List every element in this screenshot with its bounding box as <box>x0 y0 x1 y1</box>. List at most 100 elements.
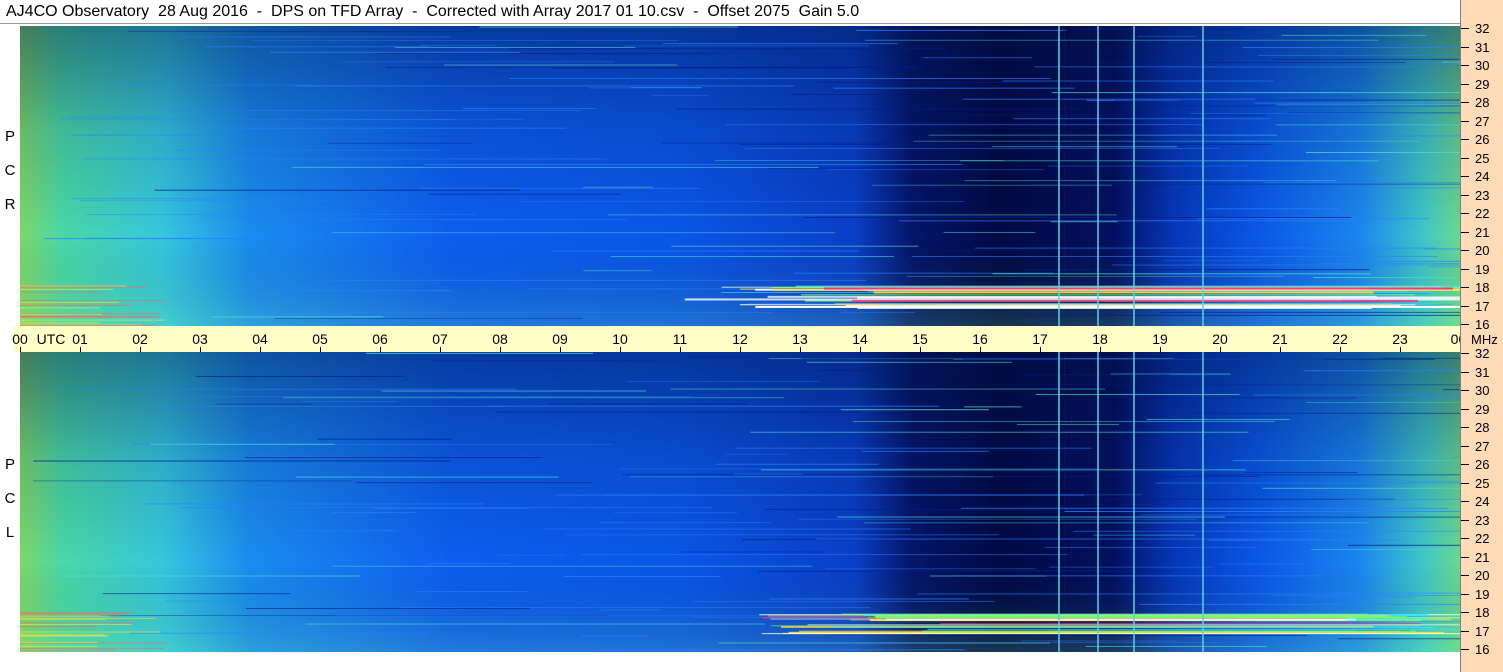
signal-streak <box>1141 105 1460 107</box>
signal-streak <box>1093 534 1196 536</box>
signal-streak <box>182 36 451 38</box>
signal-streak <box>550 403 747 405</box>
signal-streak <box>618 468 1099 470</box>
time-tick-label: 02 <box>132 331 148 347</box>
signal-streak <box>1429 266 1460 268</box>
signal-streak <box>1258 54 1460 56</box>
signal-streak <box>661 142 907 144</box>
signal-streak <box>1085 645 1267 647</box>
signal-streak <box>85 214 477 216</box>
signal-streak <box>1114 99 1460 101</box>
signal-streak <box>758 570 1173 572</box>
time-tick-label: 22 <box>1332 331 1348 347</box>
rfi-line <box>20 647 164 649</box>
signal-streak <box>277 290 454 292</box>
signal-streak <box>563 576 721 578</box>
signal-streak <box>206 46 431 48</box>
signal-streak <box>1156 482 1460 484</box>
freq-tick <box>1461 287 1469 288</box>
freq-tick-label: 26 <box>1475 457 1490 472</box>
rfi-line <box>20 313 102 315</box>
rfi-line <box>20 617 156 619</box>
signal-streak <box>725 124 1204 126</box>
freq-tick-label: 18 <box>1475 605 1490 620</box>
freq-tick-label: 20 <box>1475 568 1490 583</box>
signal-streak <box>216 403 313 405</box>
signal-streak <box>82 158 608 160</box>
signal-streak <box>1146 419 1290 421</box>
signal-streak <box>1311 549 1460 551</box>
signal-streak <box>1051 92 1460 94</box>
freq-tick <box>1461 28 1469 29</box>
signal-streak <box>332 565 813 567</box>
time-tick-label: 23 <box>1392 331 1408 347</box>
freq-tick <box>1461 556 1469 558</box>
signal-streak <box>913 140 1420 142</box>
signal-streak <box>1441 61 1460 63</box>
freq-tick-label: 29 <box>1475 76 1490 92</box>
freq-tick-label: 23 <box>1475 187 1490 203</box>
signal-streak <box>614 512 738 514</box>
freq-tick-label: 22 <box>1475 531 1490 546</box>
rfi-line <box>20 622 135 624</box>
freq-tick <box>1461 46 1469 48</box>
spectrogram-image <box>20 352 1460 652</box>
rfi-line <box>20 612 134 614</box>
rcp-label: P C R <box>0 128 20 213</box>
freq-tick-label: 19 <box>1475 586 1490 602</box>
signal-streak <box>212 127 567 129</box>
signal-streak <box>443 64 678 66</box>
signal-streak <box>906 275 1284 277</box>
rfi-line <box>20 625 97 627</box>
rfi-line <box>927 628 1460 630</box>
signal-streak <box>671 245 919 247</box>
signal-streak <box>686 356 752 358</box>
signal-streak <box>331 512 417 514</box>
signal-streak <box>962 358 1436 360</box>
vertical-interference-line <box>1058 352 1060 652</box>
signal-streak <box>420 44 497 46</box>
signal-streak <box>583 270 652 272</box>
freq-tick-label: 18 <box>1475 280 1490 295</box>
signal-streak <box>294 85 794 87</box>
signal-streak <box>366 352 593 354</box>
vertical-interference-line <box>1097 352 1099 652</box>
signal-streak <box>600 649 965 651</box>
rfi-line <box>20 286 147 288</box>
signal-streak <box>962 98 1256 100</box>
signal-streak <box>1022 314 1460 316</box>
time-tick-label: 04 <box>252 331 268 347</box>
rcp-spectrogram <box>20 26 1460 326</box>
signal-streak <box>801 357 1065 359</box>
signal-streak <box>626 380 820 382</box>
signal-streak <box>1189 412 1460 414</box>
signal-streak <box>692 600 994 602</box>
rfi-line <box>20 635 108 637</box>
freq-tick-label: 17 <box>1475 623 1490 639</box>
signal-streak <box>724 453 790 455</box>
signal-streak <box>244 457 543 459</box>
freq-tick-label: 27 <box>1475 113 1490 129</box>
signal-streak <box>964 180 1337 182</box>
freq-tick-label: 25 <box>1475 150 1490 166</box>
freq-unit-label: MHz <box>1471 332 1498 347</box>
signal-streak <box>1197 218 1430 220</box>
signal-streak <box>861 450 990 452</box>
time-tick-label: 08 <box>492 331 508 347</box>
signal-streak <box>400 606 871 608</box>
freq-tick <box>1461 445 1469 447</box>
signal-streak <box>1140 514 1352 516</box>
signal-streak <box>1423 248 1460 250</box>
time-tick-label: 20 <box>1212 331 1228 347</box>
signal-streak <box>1338 638 1460 640</box>
rfi-line <box>20 613 126 615</box>
signal-streak <box>487 405 940 407</box>
signal-streak <box>1050 221 1118 223</box>
signal-streak <box>623 45 870 47</box>
signal-streak <box>1035 393 1240 395</box>
signal-streak <box>600 522 772 524</box>
signal-streak <box>169 110 581 112</box>
signal-streak <box>1016 423 1120 425</box>
freq-tick <box>1461 324 1469 325</box>
signal-streak <box>797 518 1197 520</box>
